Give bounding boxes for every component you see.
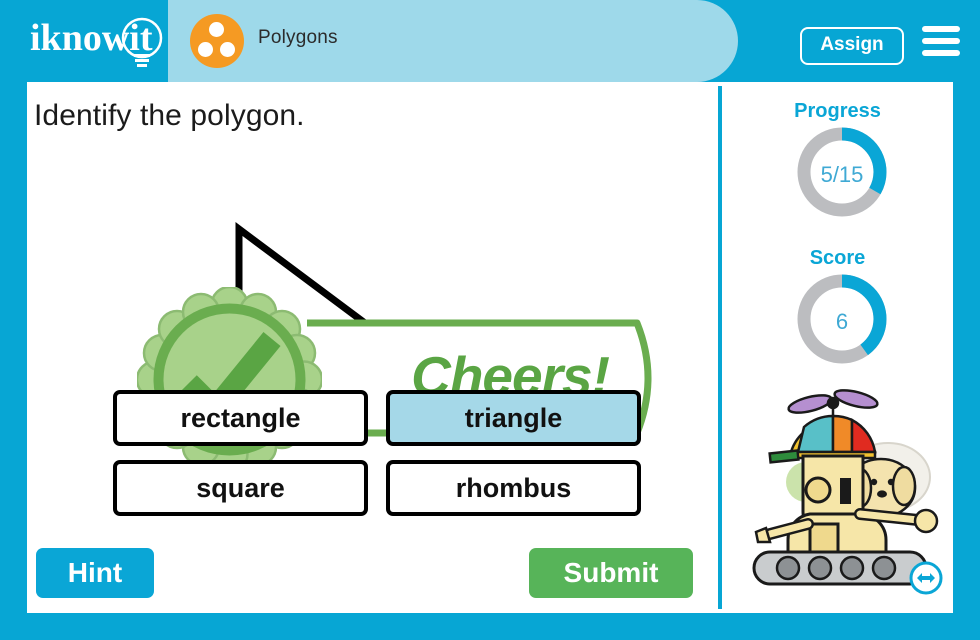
progress-value: 5/15 [820,162,864,187]
answer-option-square[interactable]: square [113,460,368,516]
answer-option-rhombus[interactable]: rhombus [386,460,641,516]
score-value: 6 [835,309,849,334]
assign-button[interactable]: Assign [800,27,904,65]
answer-option-rectangle[interactable]: rectangle [113,390,368,446]
app-root: iknowit Polygons Assign Identify the pol… [0,0,980,640]
iknowit-logo[interactable]: iknowit [30,16,180,68]
question-prompt: Identify the polygon. [34,99,305,132]
robot-mascot-icon [748,382,953,587]
svg-text:iknowit: iknowit [30,17,153,59]
status-sidebar: Progress 5/15 Score 6 [722,82,953,613]
topic-title: Polygons [258,27,338,48]
content-panel: Identify the polygon. Cheers! rectangle … [27,82,953,613]
hint-button[interactable]: Hint [36,548,154,598]
three-dots-circle-icon [190,14,244,68]
progress-label: Progress [794,100,881,122]
submit-button[interactable]: Submit [529,548,693,598]
hamburger-menu-icon[interactable] [922,26,960,56]
topic-pill: Polygons [168,0,738,82]
answer-option-triangle[interactable]: triangle [386,390,641,446]
score-label: Score [809,247,866,269]
left-right-arrow-circle-icon[interactable] [908,560,944,596]
app-header: iknowit Polygons Assign [0,0,980,82]
